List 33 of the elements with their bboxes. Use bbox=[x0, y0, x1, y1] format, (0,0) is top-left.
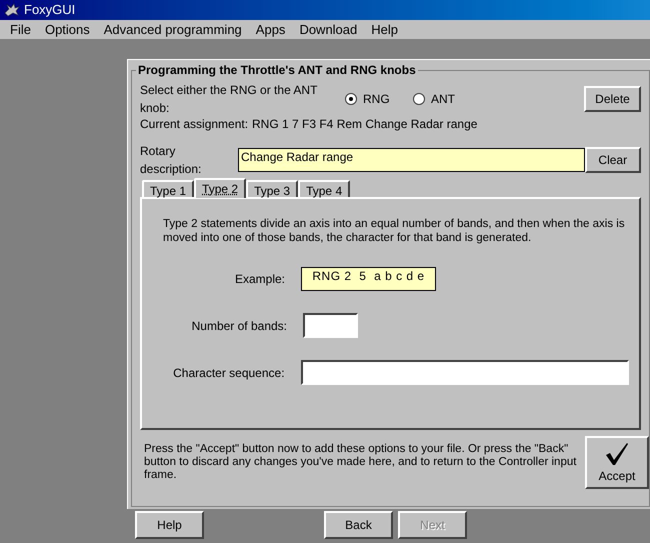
clear-button[interactable]: Clear bbox=[584, 147, 641, 173]
tab[interactable]: Type 2 bbox=[194, 178, 246, 198]
menu-item[interactable]: Options bbox=[44, 20, 90, 40]
menu-item[interactable]: File bbox=[10, 20, 31, 40]
description-field[interactable]: Change Radar range bbox=[238, 148, 585, 172]
bands-field[interactable] bbox=[303, 313, 358, 338]
radio-option[interactable]: RNG bbox=[345, 90, 413, 108]
tab[interactable]: Type 3 bbox=[246, 180, 298, 197]
delete-button[interactable]: Delete bbox=[584, 86, 641, 112]
description-label: Rotary description: bbox=[140, 143, 202, 178]
assignment-value: RNG 1 7 F3 F4 Rem Change Radar range bbox=[252, 116, 478, 133]
nav-button[interactable]: Help bbox=[135, 510, 204, 538]
tab[interactable]: Type 4 bbox=[298, 180, 350, 197]
checkmark-icon bbox=[604, 441, 630, 467]
menu-item[interactable]: Help bbox=[371, 20, 398, 40]
menu-item[interactable]: Advanced programming bbox=[104, 20, 242, 40]
menu-item[interactable]: Apps bbox=[256, 20, 286, 40]
tab[interactable]: Type 1 bbox=[142, 180, 194, 197]
assignment-label: Current assignment: bbox=[140, 116, 250, 133]
type-description: Type 2 statements divide an axis into an equal number of bands, and then when the axis is moved into one of those bands, the character for that band is generated. bbox=[163, 217, 626, 245]
nav-button[interactable]: Back bbox=[324, 510, 393, 538]
group-title: Programming the Throttle's ANT and RNG knobs bbox=[136, 62, 418, 78]
window-title: FoxyGUI bbox=[24, 1, 76, 20]
radio-option[interactable]: ANT bbox=[413, 90, 481, 108]
sequence-label: Character sequence: bbox=[172, 364, 285, 382]
example-box: RNG 2 5 a b c d e bbox=[301, 267, 436, 291]
menu-item[interactable]: Download bbox=[299, 20, 358, 40]
sequence-field[interactable] bbox=[300, 360, 629, 385]
select-label: Select either the RNG or the ANT knob: bbox=[140, 82, 318, 117]
accept-button[interactable]: Accept bbox=[585, 436, 649, 489]
example-label: Example: bbox=[234, 271, 285, 288]
bands-label: Number of bands: bbox=[190, 318, 287, 334]
accept-note: Press the "Accept" button now to add these options to your file. Or press the "Back" button to discard any changes you've made here, and to return to the Controller input frame. bbox=[144, 443, 578, 482]
